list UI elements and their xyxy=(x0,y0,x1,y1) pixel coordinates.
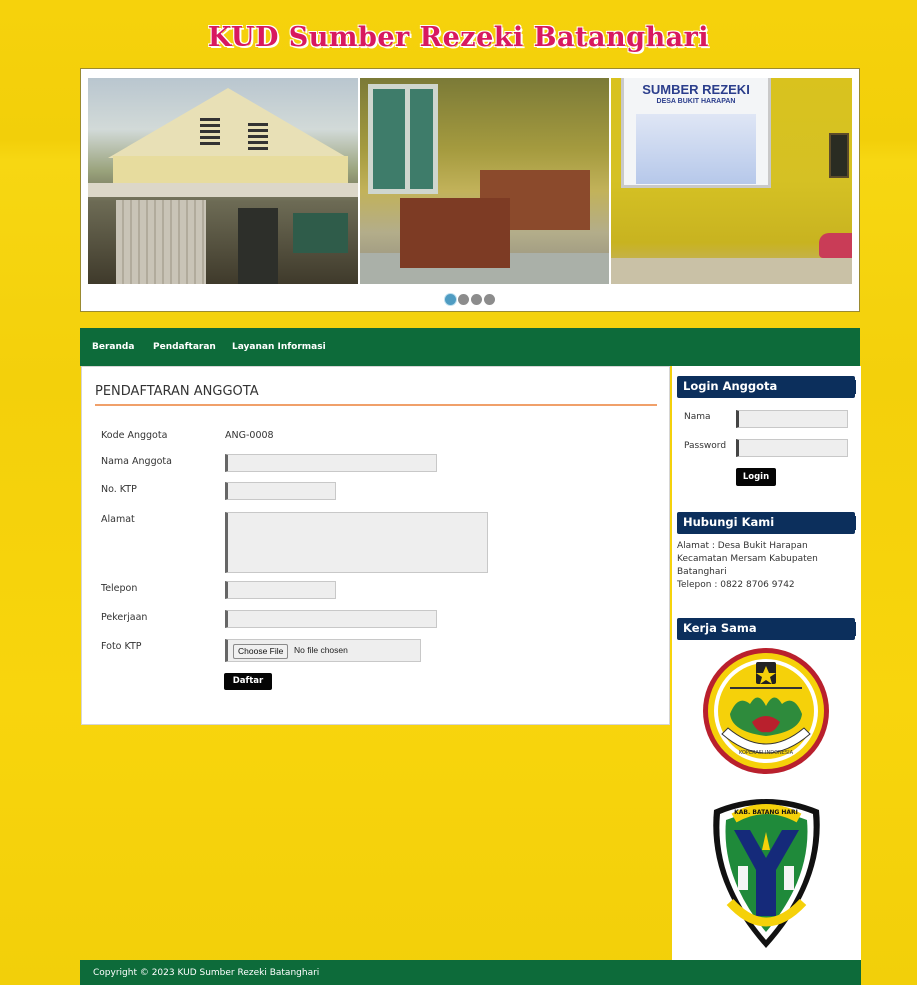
slider-dot-4[interactable] xyxy=(484,294,495,305)
house-photo xyxy=(88,78,358,284)
telepon-label: Telepon xyxy=(101,583,138,594)
main-nav: Beranda Pendaftaran Layanan Informasi xyxy=(80,328,860,366)
kode-anggota-value: ANG-0008 xyxy=(225,430,274,441)
login-nama-input[interactable] xyxy=(736,410,848,428)
no-ktp-label: No. KTP xyxy=(101,484,137,495)
organization-board-photo: SUMBER REZEKI DESA BUKIT HARAPAN xyxy=(611,78,852,284)
login-password-label: Password xyxy=(684,441,727,451)
contact-address: Alamat : Desa Bukit Harapan Kecamatan Me… xyxy=(677,541,818,577)
contact-phone: Telepon : 0822 8706 9742 xyxy=(677,580,795,590)
no-ktp-input[interactable] xyxy=(225,482,336,500)
board-title: SUMBER REZEKI xyxy=(642,82,750,97)
contact-info: Alamat : Desa Bukit Harapan Kecamatan Me… xyxy=(677,540,857,592)
nama-anggota-input[interactable] xyxy=(225,454,437,472)
file-status-text: No file chosen xyxy=(294,645,348,655)
board-subtitle: DESA BUKIT HARAPAN xyxy=(656,98,736,105)
nav-item-layanan-informasi[interactable]: Layanan Informasi xyxy=(232,342,326,352)
pekerjaan-label: Pekerjaan xyxy=(101,612,148,623)
login-button[interactable]: Login xyxy=(736,468,776,486)
image-slider[interactable]: SUMBER REZEKI DESA BUKIT HARAPAN xyxy=(80,68,860,312)
kode-anggota-label: Kode Anggota xyxy=(101,430,168,441)
contact-heading: Hubungi Kami xyxy=(677,512,856,534)
alamat-label: Alamat xyxy=(101,514,135,525)
foto-ktp-file-input[interactable]: Choose File No file chosen xyxy=(225,639,421,662)
nav-item-pendaftaran[interactable]: Pendaftaran xyxy=(153,342,216,352)
nav-item-beranda[interactable]: Beranda xyxy=(92,342,134,352)
site-title: KUD Sumber Rezeki Batanghari xyxy=(207,22,710,53)
registration-panel: PENDAFTARAN ANGGOTA Kode Anggota ANG-000… xyxy=(81,366,670,725)
office-room-photo xyxy=(360,78,609,284)
choose-file-button[interactable]: Choose File xyxy=(233,644,289,659)
kabupaten-batanghari-logo: KAB. BATANG HARI xyxy=(704,792,829,956)
slider-dot-2[interactable] xyxy=(458,294,469,305)
login-heading: Login Anggota xyxy=(677,376,856,398)
telepon-input[interactable] xyxy=(225,581,336,599)
partners-heading: Kerja Sama xyxy=(677,618,856,640)
footer: Copyright © 2023 KUD Sumber Rezeki Batan… xyxy=(80,960,861,985)
batanghari-logo-text: KAB. BATANG HARI xyxy=(734,809,798,816)
nama-anggota-label: Nama Anggota xyxy=(101,456,172,467)
login-password-input[interactable] xyxy=(736,439,848,457)
koperasi-indonesia-logo: KOPERASI INDONESIA xyxy=(700,644,832,783)
foto-ktp-label: Foto KTP xyxy=(101,641,142,652)
pekerjaan-input[interactable] xyxy=(225,610,437,628)
slider-dot-1[interactable] xyxy=(445,294,456,305)
slider-dots xyxy=(81,290,859,305)
koperasi-logo-text: KOPERASI INDONESIA xyxy=(739,750,794,756)
alamat-textarea[interactable] xyxy=(225,512,488,573)
login-nama-label: Nama xyxy=(684,412,711,422)
sidebar: Login Anggota Nama Password Login Hubung… xyxy=(672,366,861,960)
slider-dot-3[interactable] xyxy=(471,294,482,305)
daftar-button[interactable]: Daftar xyxy=(224,673,272,690)
page-title: PENDAFTARAN ANGGOTA xyxy=(95,384,657,406)
